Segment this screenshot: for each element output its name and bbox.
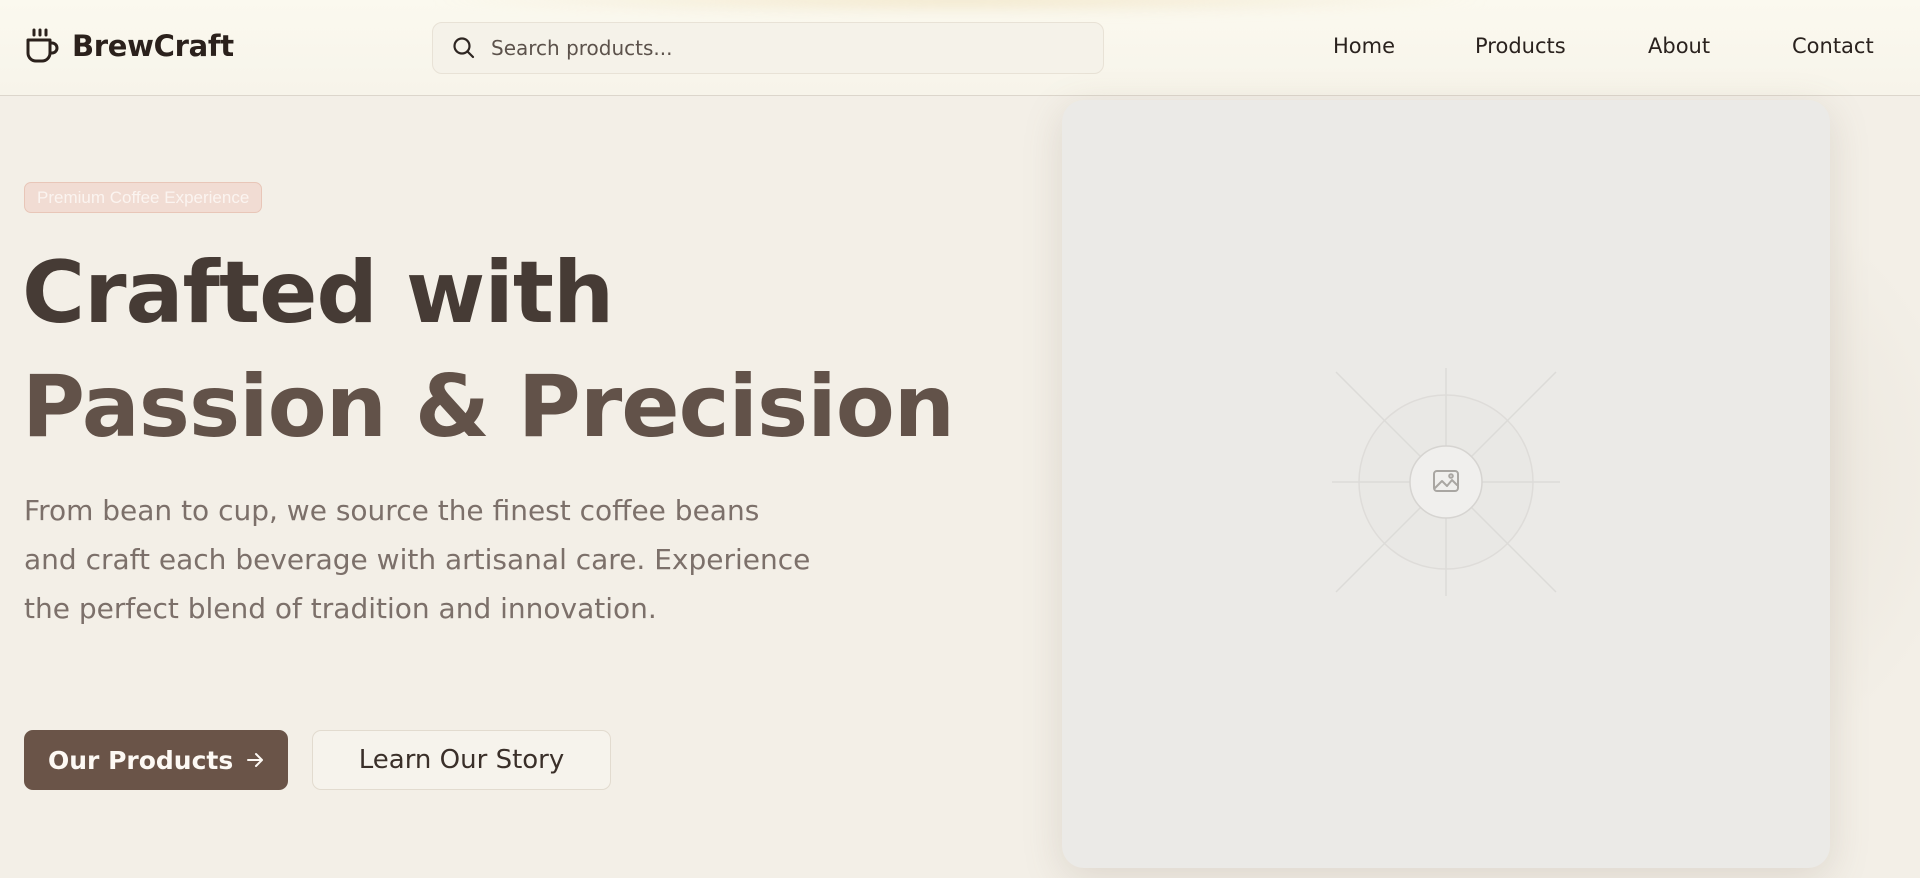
search-input[interactable] xyxy=(491,36,1071,60)
nav-about[interactable]: About xyxy=(1648,34,1710,58)
search-icon xyxy=(453,37,475,59)
header-glow xyxy=(420,0,1500,14)
nav-home[interactable]: Home xyxy=(1333,34,1395,58)
search-bar[interactable] xyxy=(432,22,1104,74)
brand-name: BrewCraft xyxy=(72,29,234,63)
arrow-right-icon xyxy=(247,753,263,767)
our-products-label: Our Products xyxy=(48,745,234,775)
hero-image-card xyxy=(1062,100,1830,868)
image-placeholder-icon xyxy=(1332,368,1560,596)
hero-badge: Premium Coffee Experience xyxy=(24,182,263,213)
coffee-cup-icon xyxy=(26,28,59,63)
brand-logo[interactable]: BrewCraft xyxy=(24,27,234,65)
hero-headline: Crafted with Passion & Precision xyxy=(22,236,955,464)
learn-our-story-button[interactable]: Learn Our Story xyxy=(312,730,611,790)
hero-description: From bean to cup, we source the finest c… xyxy=(24,494,811,625)
headline-line-2: Passion & Precision xyxy=(22,357,955,457)
nav-products[interactable]: Products xyxy=(1475,34,1566,58)
headline-line-1: Crafted with xyxy=(22,243,614,343)
our-products-button[interactable]: Our Products xyxy=(24,730,288,790)
nav-contact[interactable]: Contact xyxy=(1792,34,1874,58)
